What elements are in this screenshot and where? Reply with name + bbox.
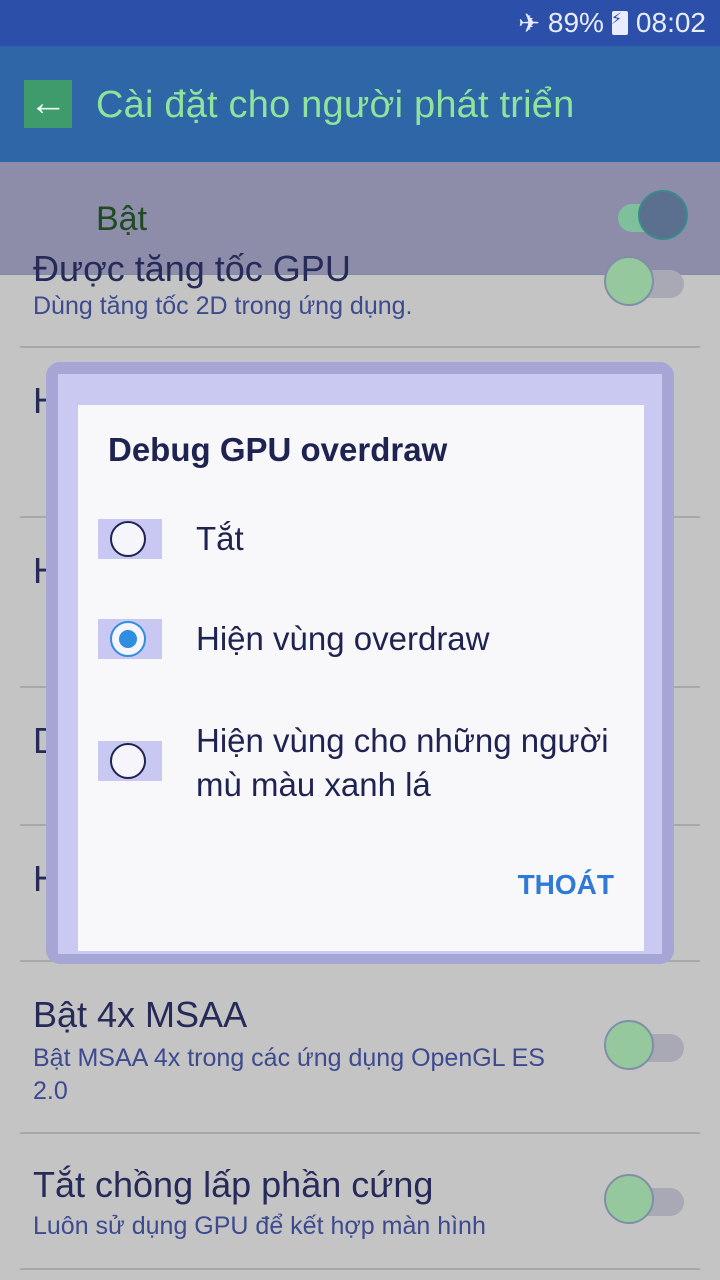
option-deuteranomaly[interactable]: Hiện vùng cho những người mù màu xanh lá [98,719,628,809]
status-bar: ✈ 89% 08:02 [0,0,720,46]
option-off[interactable]: Tắt [98,519,628,567]
radio-button-selected[interactable] [110,621,146,657]
exit-button[interactable]: THOÁT [518,869,614,901]
battery-percent: 89% [547,7,604,38]
page-title: Cài đặt cho người phát triển [96,84,575,126]
dialog-title: Debug GPU overdraw [108,431,448,468]
debug-gpu-overdraw-dialog: Debug GPU overdraw Tắt Hiện vùng overdra… [78,405,644,951]
radio-button[interactable] [110,743,146,779]
setting-gpu-acceleration[interactable]: Được tăng tốc GPU Dùng tăng tốc 2D trong… [20,248,700,348]
master-toggle-label: Bật [96,200,148,238]
setting-toggle-msaa[interactable] [602,1020,688,1072]
radio-button[interactable] [110,521,146,557]
battery-charging-icon [611,9,628,35]
option-show-overdraw[interactable]: Hiện vùng overdraw [98,619,628,667]
setting-toggle-overlays[interactable] [602,1174,688,1226]
arrow-back-icon[interactable]: ← [24,80,72,128]
setting-toggle-gpu[interactable] [602,256,688,308]
setting-disable-hw-overlays[interactable]: Tắt chồng lấp phần cứng Luôn sử dụng GPU… [20,1134,700,1270]
clock: 08:02 [635,7,706,38]
app-bar: ← Cài đặt cho người phát triển [0,46,720,163]
master-toggle-switch[interactable] [602,190,688,242]
setting-4x-msaa[interactable]: Bật 4x MSAA Bật MSAA 4x trong các ứng dụ… [20,962,700,1134]
airplane-mode-icon: ✈ [518,7,540,38]
